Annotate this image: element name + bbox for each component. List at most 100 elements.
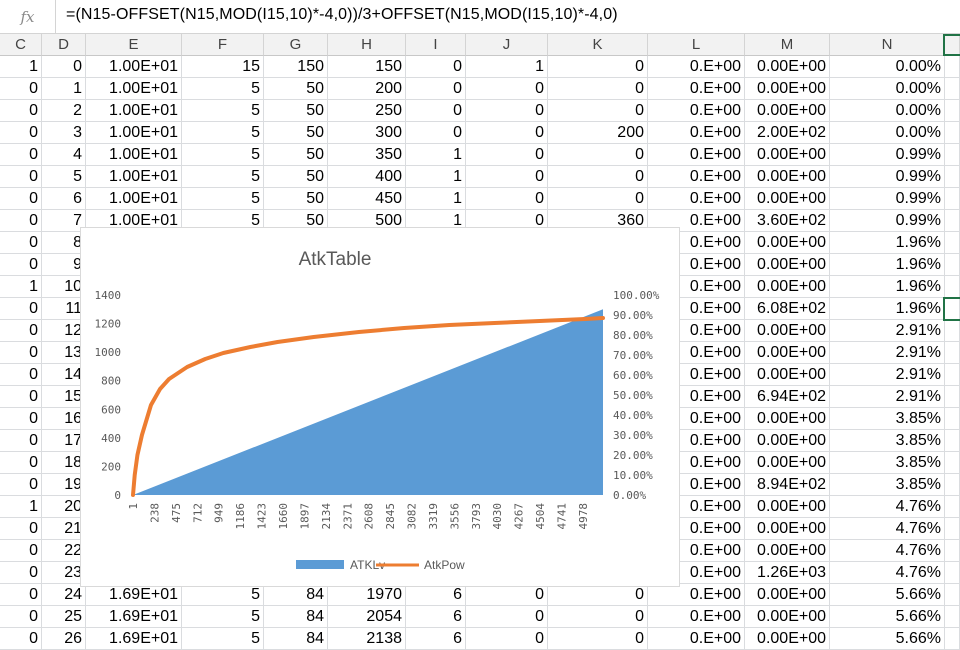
cell-C-1[interactable]: 0	[0, 78, 42, 100]
cell-G-0[interactable]: 150	[264, 56, 328, 78]
cell-C-5[interactable]: 0	[0, 166, 42, 188]
cell-G-26[interactable]: 84	[264, 628, 328, 650]
cell-blank-22[interactable]	[945, 540, 960, 562]
cell-F-2[interactable]: 5	[182, 100, 264, 122]
cell-M-3[interactable]: 2.00E+02	[745, 122, 830, 144]
cell-M-17[interactable]: 0.00E+00	[745, 430, 830, 452]
cell-blank-6[interactable]	[945, 188, 960, 210]
cell-C-24[interactable]: 0	[0, 584, 42, 606]
cell-I-4[interactable]: 1	[406, 144, 466, 166]
cell-F-4[interactable]: 5	[182, 144, 264, 166]
cell-L-5[interactable]: 0.E+00	[648, 166, 745, 188]
cell-I-3[interactable]: 0	[406, 122, 466, 144]
cell-K-0[interactable]: 0	[548, 56, 648, 78]
cell-K-25[interactable]: 0	[548, 606, 648, 628]
cell-H-2[interactable]: 250	[328, 100, 406, 122]
column-header-H[interactable]: H	[328, 34, 406, 56]
cell-C-26[interactable]: 0	[0, 628, 42, 650]
cell-G-4[interactable]: 50	[264, 144, 328, 166]
cell-C-21[interactable]: 0	[0, 518, 42, 540]
cell-M-16[interactable]: 0.00E+00	[745, 408, 830, 430]
cell-blank-0[interactable]	[945, 56, 960, 78]
cell-N-10[interactable]: 1.96%	[830, 276, 945, 298]
cell-M-18[interactable]: 0.00E+00	[745, 452, 830, 474]
cell-H-26[interactable]: 2138	[328, 628, 406, 650]
cell-blank-15[interactable]	[945, 386, 960, 408]
column-header-D[interactable]: D	[42, 34, 86, 56]
cell-H-3[interactable]: 300	[328, 122, 406, 144]
cell-blank-23[interactable]	[945, 562, 960, 584]
cell-K-2[interactable]: 0	[548, 100, 648, 122]
cell-blank-25[interactable]	[945, 606, 960, 628]
cell-J-25[interactable]: 0	[466, 606, 548, 628]
cell-D-24[interactable]: 24	[42, 584, 86, 606]
cell-J-0[interactable]: 1	[466, 56, 548, 78]
cell-M-1[interactable]: 0.00E+00	[745, 78, 830, 100]
cell-L-4[interactable]: 0.E+00	[648, 144, 745, 166]
column-header-J[interactable]: J	[466, 34, 548, 56]
cell-C-4[interactable]: 0	[0, 144, 42, 166]
cell-M-26[interactable]: 0.00E+00	[745, 628, 830, 650]
cell-C-16[interactable]: 0	[0, 408, 42, 430]
cell-G-25[interactable]: 84	[264, 606, 328, 628]
cell-D-5[interactable]: 5	[42, 166, 86, 188]
cell-E-2[interactable]: 1.00E+01	[86, 100, 182, 122]
atk-table-chart[interactable]: AtkTable 0 200 400 600 800 1000 1200 1400 0.00% 10…	[80, 227, 680, 587]
cell-H-5[interactable]: 400	[328, 166, 406, 188]
cell-C-2[interactable]: 0	[0, 100, 42, 122]
cell-M-15[interactable]: 6.94E+02	[745, 386, 830, 408]
cell-blank-18[interactable]	[945, 452, 960, 474]
cell-N-17[interactable]: 3.85%	[830, 430, 945, 452]
cell-blank-5[interactable]	[945, 166, 960, 188]
cell-J-26[interactable]: 0	[466, 628, 548, 650]
cell-J-3[interactable]: 0	[466, 122, 548, 144]
cell-G-2[interactable]: 50	[264, 100, 328, 122]
cell-C-6[interactable]: 0	[0, 188, 42, 210]
cell-blank-26[interactable]	[945, 628, 960, 650]
cell-N-16[interactable]: 3.85%	[830, 408, 945, 430]
cell-N-20[interactable]: 4.76%	[830, 496, 945, 518]
cell-E-1[interactable]: 1.00E+01	[86, 78, 182, 100]
cell-H-25[interactable]: 2054	[328, 606, 406, 628]
cell-L-26[interactable]: 0.E+00	[648, 628, 745, 650]
cell-H-0[interactable]: 150	[328, 56, 406, 78]
cell-C-10[interactable]: 1	[0, 276, 42, 298]
cell-C-8[interactable]: 0	[0, 232, 42, 254]
cell-N-26[interactable]: 5.66%	[830, 628, 945, 650]
cell-M-20[interactable]: 0.00E+00	[745, 496, 830, 518]
cell-C-15[interactable]: 0	[0, 386, 42, 408]
cell-L-1[interactable]: 0.E+00	[648, 78, 745, 100]
cell-H-6[interactable]: 450	[328, 188, 406, 210]
cell-E-0[interactable]: 1.00E+01	[86, 56, 182, 78]
cell-blank-17[interactable]	[945, 430, 960, 452]
cell-J-1[interactable]: 0	[466, 78, 548, 100]
cell-E-26[interactable]: 1.69E+01	[86, 628, 182, 650]
column-header-G[interactable]: G	[264, 34, 328, 56]
cell-M-25[interactable]: 0.00E+00	[745, 606, 830, 628]
cell-I-25[interactable]: 6	[406, 606, 466, 628]
cell-D-6[interactable]: 6	[42, 188, 86, 210]
cell-C-11[interactable]: 0	[0, 298, 42, 320]
cell-I-26[interactable]: 6	[406, 628, 466, 650]
cell-M-13[interactable]: 0.00E+00	[745, 342, 830, 364]
cell-blank-16[interactable]	[945, 408, 960, 430]
cell-M-5[interactable]: 0.00E+00	[745, 166, 830, 188]
cell-C-13[interactable]: 0	[0, 342, 42, 364]
cell-N-18[interactable]: 3.85%	[830, 452, 945, 474]
cell-M-8[interactable]: 0.00E+00	[745, 232, 830, 254]
cell-G-5[interactable]: 50	[264, 166, 328, 188]
cell-F-0[interactable]: 15	[182, 56, 264, 78]
cell-K-1[interactable]: 0	[548, 78, 648, 100]
cell-blank-14[interactable]	[945, 364, 960, 386]
cell-E-6[interactable]: 1.00E+01	[86, 188, 182, 210]
cell-F-5[interactable]: 5	[182, 166, 264, 188]
cell-N-8[interactable]: 1.96%	[830, 232, 945, 254]
cell-N-24[interactable]: 5.66%	[830, 584, 945, 606]
cell-M-7[interactable]: 3.60E+02	[745, 210, 830, 232]
cell-G-3[interactable]: 50	[264, 122, 328, 144]
cell-C-0[interactable]: 1	[0, 56, 42, 78]
cell-N-23[interactable]: 4.76%	[830, 562, 945, 584]
cell-blank-13[interactable]	[945, 342, 960, 364]
cell-blank-3[interactable]	[945, 122, 960, 144]
cell-N-12[interactable]: 2.91%	[830, 320, 945, 342]
